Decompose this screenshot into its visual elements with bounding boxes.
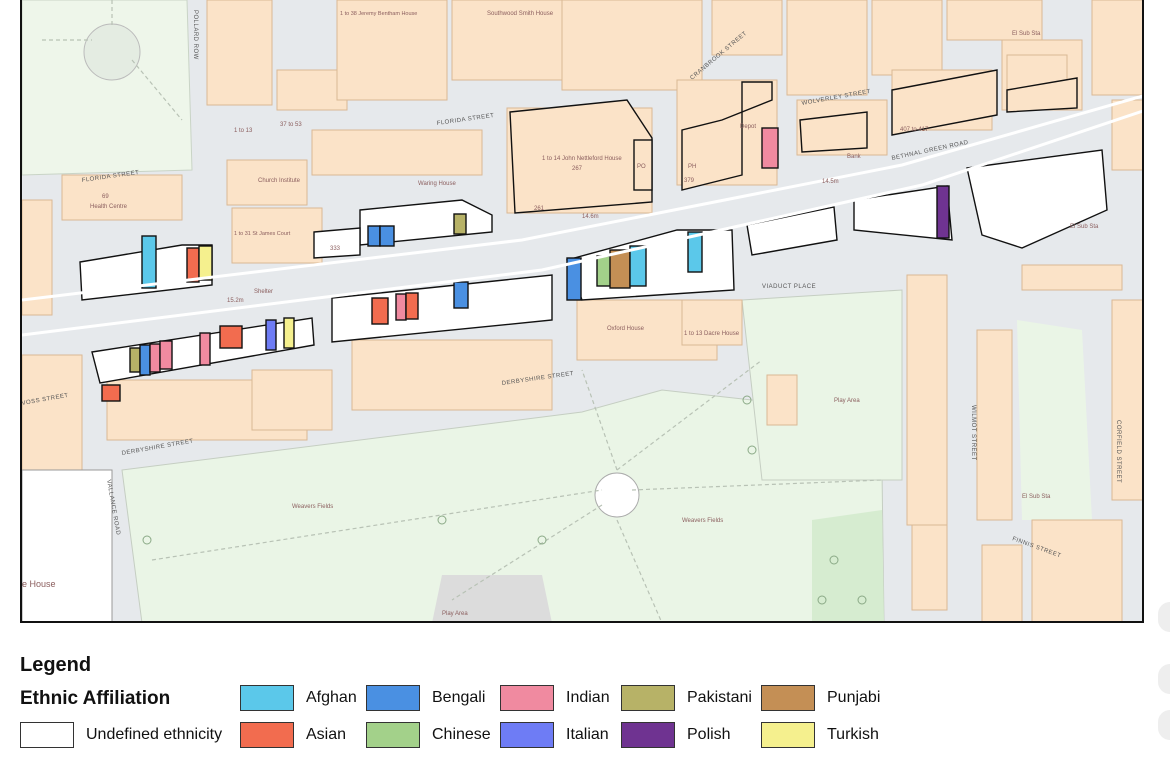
roundabout-top	[83, 23, 141, 81]
legend-subheading: Ethnic Affiliation	[20, 688, 171, 709]
green-plot	[812, 510, 884, 621]
label-play-area: Play Area	[442, 611, 468, 617]
label-health-centre: Health Centre	[90, 204, 128, 210]
label-weavers-fields: Weavers Fields	[292, 504, 333, 510]
legend-label-undefined: Undefined ethnicity	[86, 726, 223, 743]
legend-swatch-indian	[500, 685, 554, 711]
label-health-centre-no: 69	[102, 194, 109, 200]
street-map[interactable]: BETHNAL GREEN ROAD FLORIDA STREET FLORID…	[22, 0, 1144, 623]
label-height-14-6: 14.6m	[582, 214, 599, 220]
label-ph: PH	[688, 164, 696, 170]
label-play-area-2: Play Area	[834, 398, 860, 404]
legend-swatch-turkish	[761, 722, 815, 748]
label-37-to-53: 37 to 53	[280, 122, 302, 128]
label-333: 333	[330, 246, 341, 252]
legend: Legend Ethnic Affiliation Undefined ethn…	[20, 650, 1144, 772]
park-east	[741, 289, 903, 481]
park-roundel	[594, 472, 640, 518]
legend-swatch-chinese	[366, 722, 420, 748]
road-label-pollard: POLLARD ROW	[192, 10, 198, 60]
label-jeremy-bentham: 1 to 38 Jeremy Bentham House	[340, 11, 417, 17]
legend-label-punjabi: Punjabi	[827, 689, 881, 706]
label-el-sub-sta-2: El Sub Sta	[1070, 224, 1099, 230]
legend-label-indian: Indian	[566, 689, 610, 706]
legend-heading: Legend	[20, 654, 92, 676]
legend-swatch-polish	[621, 722, 675, 748]
legend-swatch-undefined	[20, 722, 74, 748]
label-el-sub-sta: El Sub Sta	[1012, 31, 1041, 37]
legend-label-polish: Polish	[687, 726, 731, 743]
legend-swatch-asian	[240, 722, 294, 748]
label-height-14-5: 14.5m	[822, 179, 839, 185]
road-label-wilmot: WILMOT STREET	[970, 405, 976, 461]
legend-label-turkish: Turkish	[827, 726, 879, 743]
label-379: 379	[684, 178, 695, 184]
legend-swatch-pakistani	[621, 685, 675, 711]
label-oxford-house: Oxford House	[607, 326, 645, 332]
road-label-corfield: CORFIELD STREET	[1115, 420, 1121, 483]
label-southwood-smith: Southwood Smith House	[487, 11, 554, 17]
label-bank: Bank	[847, 154, 862, 160]
legend-swatch-italian	[500, 722, 554, 748]
legend-label-chinese: Chinese	[432, 726, 491, 743]
legend-swatch-punjabi	[761, 685, 815, 711]
legend-label-italian: Italian	[566, 726, 609, 743]
side-tab-1[interactable]	[1158, 602, 1170, 632]
side-tab-3[interactable]	[1158, 710, 1170, 740]
legend-swatch-afghan	[240, 685, 294, 711]
label-1-to-13: 1 to 13	[234, 128, 253, 134]
label-john-nettleford-no: 267	[572, 166, 583, 172]
label-house-fragment: e House	[22, 579, 56, 589]
label-261: 261	[534, 206, 545, 212]
label-weavers-fields-2: Weavers Fields	[682, 518, 723, 524]
label-shelter: Shelter	[254, 289, 273, 295]
green-right	[1017, 320, 1092, 520]
road-label-viaduct: VIADUCT PLACE	[762, 284, 816, 290]
label-407-to-417: 407 to 417	[900, 127, 929, 133]
side-tab-2[interactable]	[1158, 664, 1170, 694]
map-panel[interactable]: BETHNAL GREEN ROAD FLORIDA STREET FLORID…	[20, 0, 1144, 623]
label-church-institute: Church Institute	[258, 178, 301, 184]
label-waring-house: Waring House	[418, 181, 456, 187]
label-st-james-court: 1 to 31 St James Court	[234, 231, 291, 237]
label-height-15-2: 15.2m	[227, 298, 244, 304]
label-dacre-house: 1 to 13 Dacre House	[684, 331, 740, 337]
legend-label-pakistani: Pakistani	[687, 689, 752, 706]
legend-label-asian: Asian	[306, 726, 347, 743]
legend-swatch-bengali	[366, 685, 420, 711]
legend-label-bengali: Bengali	[432, 689, 486, 706]
legend-label-afghan: Afghan	[306, 689, 357, 706]
label-el-sub-sta-3: El Sub Sta	[1022, 494, 1051, 500]
label-po: PO	[637, 164, 646, 170]
label-depot: Depot	[740, 124, 756, 130]
label-john-nettleford: 1 to 14 John Nettleford House	[542, 156, 622, 162]
